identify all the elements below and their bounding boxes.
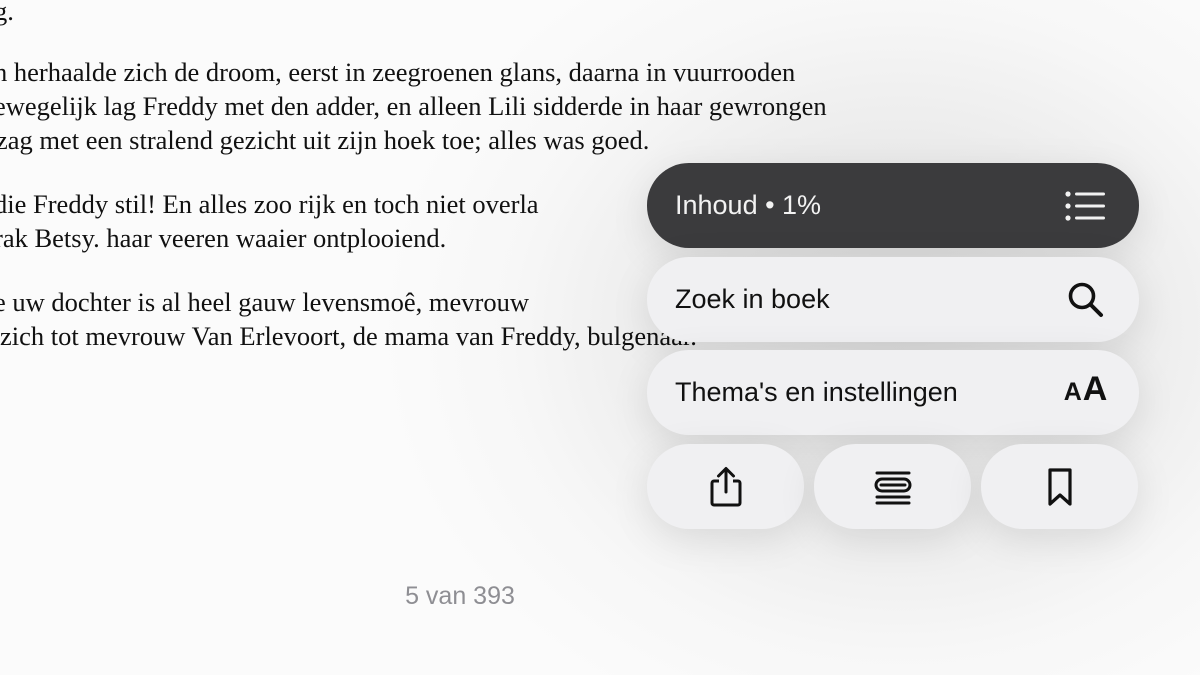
search-label: Zoek in boek [675, 284, 830, 314]
contents-button[interactable]: Inhoud • 1% [647, 163, 1139, 248]
text-size-small-a: A [1063, 377, 1083, 406]
search-icon [1063, 277, 1109, 323]
scroll-view-button[interactable] [814, 444, 971, 529]
share-icon [703, 464, 749, 510]
text-line: e uw dochter is al heel gauw levensmoê, … [0, 287, 529, 317]
bookmark-button[interactable] [981, 444, 1138, 529]
contents-label: Inhoud • 1% [675, 190, 822, 220]
page-indicator: 5 van 393 [405, 582, 515, 610]
text-line: g. [0, 0, 14, 26]
reader-page: g. n herhaalde zich de droom, eerst in z… [0, 0, 1200, 675]
text-line: die Freddy stil! En alles zoo rijk en to… [0, 189, 539, 219]
share-button[interactable] [647, 444, 804, 529]
text-size-icon: AA [1063, 370, 1109, 416]
themes-settings-button[interactable]: Thema's en instellingen AA [647, 350, 1139, 435]
text-size-big-a: A [1082, 369, 1109, 408]
scroll-view-icon [870, 464, 916, 510]
search-in-book-button[interactable]: Zoek in boek [647, 257, 1139, 342]
themes-label: Thema's en instellingen [675, 377, 958, 407]
text-line: zich tot mevrouw Van Erlevoort, de mama … [0, 321, 697, 351]
text-line: zag met een stralend gezicht uit zijn ho… [0, 125, 650, 155]
text-line: rak Betsy. haar veeren waaier ontplooien… [0, 223, 447, 253]
text-line: ewegelijk lag Freddy met den adder, en a… [0, 91, 827, 121]
quick-actions-row [647, 444, 1139, 529]
bookmark-icon [1037, 464, 1083, 510]
text-line: n herhaalde zich de droom, eerst in zeeg… [0, 57, 796, 87]
list-icon [1063, 183, 1109, 229]
